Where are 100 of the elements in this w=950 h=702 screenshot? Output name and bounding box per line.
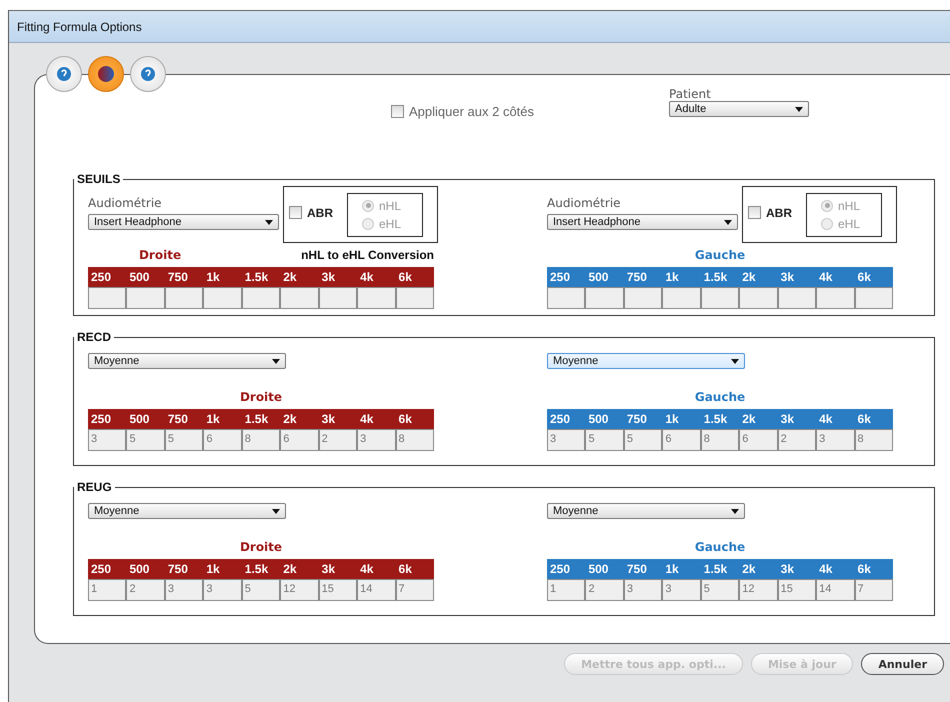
mode-radio[interactable] xyxy=(362,200,374,212)
value-field[interactable] xyxy=(280,287,319,309)
frequency-label: 500 xyxy=(587,412,610,426)
caret-icon xyxy=(795,106,804,112)
value-field[interactable] xyxy=(585,287,624,309)
side-title: Gauche xyxy=(694,540,746,554)
nav-button[interactable] xyxy=(88,56,124,92)
abr-label: ABR xyxy=(307,206,333,220)
abr-checkbox[interactable] xyxy=(289,206,302,219)
abr-checkbox[interactable] xyxy=(748,206,761,219)
value-field[interactable]: 6 xyxy=(739,429,778,451)
value-field[interactable] xyxy=(816,287,855,309)
value-field[interactable] xyxy=(396,287,434,309)
value-field[interactable]: 5 xyxy=(585,429,624,451)
value-field[interactable] xyxy=(88,287,126,309)
value-field[interactable]: 2 xyxy=(318,429,358,451)
side-title: Gauche xyxy=(694,248,746,262)
preset-dropdown[interactable]: Moyenne xyxy=(88,353,286,369)
preset-dropdown[interactable]: Moyenne xyxy=(547,353,745,369)
value-field[interactable]: 8 xyxy=(396,429,434,451)
caret-icon xyxy=(272,358,280,364)
value-field[interactable]: 3 xyxy=(88,429,126,451)
value-field[interactable]: 8 xyxy=(854,429,893,451)
frequency-label: 500 xyxy=(587,270,610,284)
value-field[interactable]: 5 xyxy=(700,579,740,601)
value-field[interactable]: 15 xyxy=(778,579,816,601)
frequency-label: 2k xyxy=(282,270,298,284)
value-field[interactable]: 5 xyxy=(624,429,662,451)
value-field[interactable]: 3 xyxy=(624,579,662,601)
value-field[interactable]: 2 xyxy=(126,579,165,601)
value-field[interactable] xyxy=(318,287,358,309)
value-field[interactable] xyxy=(739,287,778,309)
preset-dropdown[interactable]: Moyenne xyxy=(547,503,745,519)
frequency-label: 250 xyxy=(90,270,112,284)
value-field[interactable]: 3 xyxy=(816,429,855,451)
value-field[interactable]: 1 xyxy=(88,579,126,601)
frequency-label: 3k xyxy=(780,412,796,426)
footer-button[interactable]: Annuler xyxy=(861,653,944,675)
value-field[interactable]: 5 xyxy=(164,429,204,451)
value-field[interactable]: 2 xyxy=(778,429,816,451)
frequency-label: 750 xyxy=(626,412,648,426)
transducer-dropdown[interactable]: Insert Headphone xyxy=(547,214,738,230)
value-field[interactable]: 14 xyxy=(357,579,396,601)
value-field[interactable] xyxy=(547,287,586,309)
value-field[interactable] xyxy=(854,287,893,309)
value-field[interactable] xyxy=(662,287,701,309)
value-field[interactable]: 1 xyxy=(547,579,586,601)
abr-label: ABR xyxy=(766,206,792,220)
value-field[interactable]: 3 xyxy=(547,429,586,451)
value-field[interactable]: 3 xyxy=(662,579,701,601)
apply-checkbox[interactable] xyxy=(391,104,404,118)
value-field[interactable]: 6 xyxy=(662,429,701,451)
value-field[interactable]: 12 xyxy=(739,579,778,601)
frequency-label: 750 xyxy=(626,270,648,284)
value-field[interactable]: 6 xyxy=(280,429,319,451)
nav-button[interactable] xyxy=(46,56,82,92)
value-field[interactable] xyxy=(357,287,396,309)
frequency-label: 4k xyxy=(818,270,834,284)
value-field[interactable]: 3 xyxy=(164,579,204,601)
value-field[interactable]: 3 xyxy=(357,429,396,451)
value-field[interactable]: 8 xyxy=(700,429,740,451)
value-field[interactable] xyxy=(164,287,204,309)
transducer-dropdown[interactable]: Insert Headphone xyxy=(88,214,279,230)
frequency-label: 2k xyxy=(741,270,757,284)
value-field[interactable]: 2 xyxy=(585,579,624,601)
mode-label: eHL xyxy=(838,216,860,230)
value-field[interactable] xyxy=(778,287,816,309)
frequency-label: 6k xyxy=(856,562,872,576)
value-field[interactable]: 14 xyxy=(816,579,855,601)
value-field[interactable] xyxy=(624,287,662,309)
value-field[interactable] xyxy=(126,287,165,309)
mode-radio[interactable] xyxy=(821,218,833,230)
frequency-label: 250 xyxy=(549,270,572,284)
frequency-label: 6k xyxy=(856,412,872,426)
nav-button[interactable] xyxy=(130,56,166,92)
caret-icon xyxy=(272,508,280,514)
value-field[interactable]: 6 xyxy=(203,429,242,451)
patient-dropdown[interactable]: Adulte xyxy=(669,101,810,117)
preset-dropdown[interactable]: Moyenne xyxy=(88,503,286,519)
value-field[interactable]: 7 xyxy=(396,579,434,601)
frequency-label: 6k xyxy=(398,412,413,426)
value-field[interactable]: 5 xyxy=(242,579,280,601)
frequency-label: 3k xyxy=(780,270,796,284)
patient-label: Patient xyxy=(669,87,712,101)
value-field[interactable] xyxy=(242,287,280,309)
value-field[interactable]: 8 xyxy=(242,429,280,451)
mode-radio[interactable] xyxy=(821,200,833,212)
frequency-label: 750 xyxy=(166,270,189,284)
caret-icon xyxy=(731,358,739,364)
mode-radio[interactable] xyxy=(362,218,374,230)
value-field[interactable] xyxy=(700,287,740,309)
value-field[interactable]: 12 xyxy=(280,579,319,601)
frequency-label: 2k xyxy=(741,412,757,426)
value-field[interactable]: 7 xyxy=(854,579,893,601)
value-field[interactable]: 15 xyxy=(318,579,358,601)
value-field[interactable]: 3 xyxy=(203,579,242,601)
side-title: Droite xyxy=(240,390,282,404)
value-field[interactable]: 5 xyxy=(126,429,165,451)
value-field[interactable] xyxy=(203,287,242,309)
frequency-label: 3k xyxy=(320,562,336,576)
